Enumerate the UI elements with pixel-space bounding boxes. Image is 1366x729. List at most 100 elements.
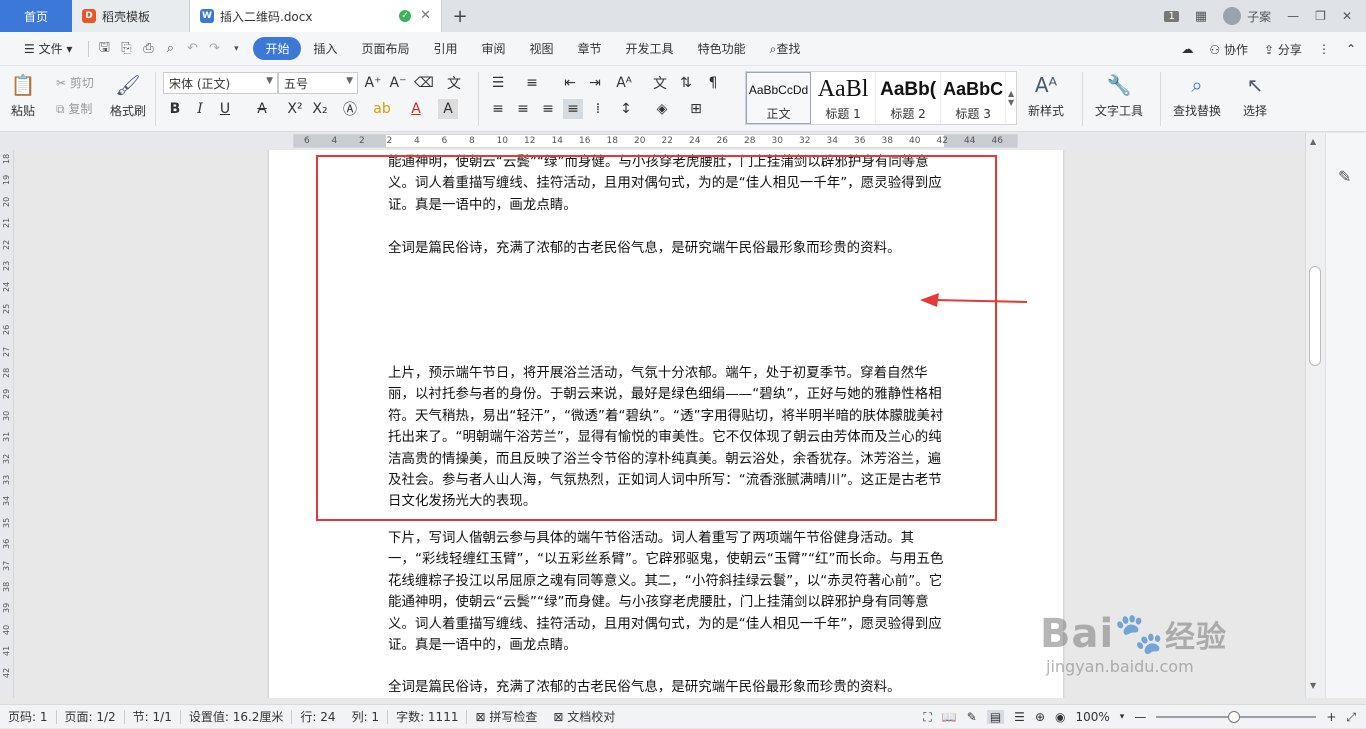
shrink-font-icon[interactable]: A⁻ (388, 73, 408, 93)
doc-paragraph-4[interactable]: 下片，写词人偕朝云参与具体的端午节俗活动。词人着重写了两项端午节俗健身活动。其一… (388, 528, 944, 656)
reading-mode-icon[interactable]: 📖 (942, 710, 957, 724)
doc-paragraph-2[interactable]: 全词是篇民俗诗，充满了浓郁的古老民俗气息，是研究端午民俗最形象而珍贵的资料。 (388, 238, 944, 259)
tab-home[interactable]: 首页 (0, 0, 72, 32)
window-count-badge[interactable]: 1 (1164, 10, 1179, 22)
menu-page-layout[interactable]: 页面布局 (349, 40, 421, 57)
text-tools-button[interactable]: 🔧 文字工具 (1095, 72, 1143, 119)
status-row[interactable]: 行: 24 (292, 708, 343, 725)
save-icon[interactable]: 🖫 (93, 38, 115, 60)
sort-icon[interactable]: ⇅ (676, 73, 696, 93)
file-menu[interactable]: ☰ 文件 ▾ (12, 40, 84, 57)
style-heading-3[interactable]: AaBbC 标题 3 (941, 72, 1007, 124)
more-icon[interactable]: ⋮ (1318, 42, 1330, 56)
align-right-icon[interactable]: ≡ (538, 99, 558, 119)
char-shading-icon[interactable]: A (438, 99, 458, 119)
style-gallery-scroll[interactable]: ▲ ▼ (1006, 72, 1016, 124)
clear-format-icon[interactable]: ⌫ (414, 73, 434, 93)
zoom-slider[interactable] (1156, 711, 1317, 723)
doc-proof-button[interactable]: ⊠ 文档校对 (545, 708, 623, 725)
menu-chapter[interactable]: 章节 (566, 40, 614, 57)
subscript-icon[interactable]: X₂ (310, 99, 330, 119)
text-effect-icon[interactable]: Ⓐ (340, 99, 360, 119)
undo-icon[interactable]: ↶ (181, 41, 203, 56)
document-page[interactable]: 能通神明，使朝云“云鬓”“绿”而身健。与小孩穿老虎腰肚，门上挂蒲剑以辟邪护身有同… (269, 150, 1063, 698)
status-page-number[interactable]: 页码: 1 (0, 708, 56, 725)
doc-paragraph-3[interactable]: 上片，预示端午节日，将开展浴兰活动，气氛十分浓郁。端午，处于初夏季节。穿着自然华… (388, 363, 944, 513)
highlight-icon[interactable]: ab (372, 99, 392, 119)
font-color-icon[interactable]: A (406, 99, 426, 119)
select-button[interactable]: ↖ 选择 (1242, 72, 1268, 119)
style-heading-2[interactable]: AaBb( 标题 2 (876, 72, 942, 124)
bold-icon[interactable]: B (165, 99, 185, 119)
tab-document[interactable]: W 插入二维码.docx ✓ ✕ (190, 0, 442, 32)
tab-docer[interactable]: D 稻壳模板 (72, 0, 190, 32)
user-profile[interactable]: 子案 (1223, 7, 1271, 25)
menu-references[interactable]: 引用 (421, 40, 469, 57)
customize-icon[interactable]: ▾ (225, 44, 247, 54)
vertical-scrollbar[interactable]: ▲ ▼ (1305, 133, 1325, 698)
share-button[interactable]: ⇪ 分享 (1264, 41, 1302, 58)
shading-icon[interactable]: ◈ (652, 99, 672, 119)
borders-icon[interactable]: ⊞ (686, 99, 706, 119)
grow-font-icon[interactable]: A⁺ (363, 73, 383, 93)
menu-view[interactable]: 视图 (518, 40, 566, 57)
menu-special[interactable]: 特色功能 (686, 40, 758, 57)
doc-paragraph-5[interactable]: 全词是篇民俗诗，充满了浓郁的古老民俗气息，是研究端午民俗最形象而珍贵的资料。 (388, 677, 944, 698)
style-heading-1[interactable]: AaBl 标题 1 (811, 72, 877, 124)
menu-developer[interactable]: 开发工具 (614, 40, 686, 57)
show-marks-icon[interactable]: ¶ (703, 73, 723, 93)
underline-icon[interactable]: U (215, 99, 235, 119)
grid-icon[interactable]: ▦ (1195, 9, 1207, 24)
style-normal[interactable]: AaBbCcDd 正文 (746, 72, 812, 124)
line-spacing-icon[interactable]: ↕ (616, 99, 636, 119)
strikethrough-icon[interactable]: A (252, 99, 272, 119)
vertical-ruler[interactable]: 18 19 20 21 22 23 24 25 26 27 28 29 30 31 32 33 34 35 36 37… (0, 150, 14, 698)
font-size-select[interactable]: 五号 ▼ (278, 72, 358, 94)
font-name-select[interactable]: 宋体 (正文) ▼ (163, 72, 278, 94)
print-preview-icon[interactable]: ⌕ (159, 41, 181, 56)
web-view-icon[interactable]: ⊕ (1035, 710, 1045, 724)
close-tab-icon[interactable]: ✕ (420, 8, 431, 23)
italic-icon[interactable]: I (190, 99, 210, 119)
chinese-layout-icon[interactable]: 文 (650, 73, 670, 93)
text-direction-icon[interactable]: Aᴬ (614, 73, 634, 93)
cut-button[interactable]: ✂ 剪切 (56, 74, 94, 91)
expand-icon[interactable]: ⤢ (1346, 710, 1356, 725)
menu-review[interactable]: 审阅 (470, 40, 518, 57)
zoom-slider-knob[interactable] (1228, 711, 1241, 723)
increase-indent-icon[interactable]: ⇥ (585, 73, 605, 93)
redo-icon[interactable]: ↷ (203, 41, 225, 56)
decrease-indent-icon[interactable]: ⇤ (560, 73, 580, 93)
pen-icon[interactable]: ✎ (1338, 167, 1351, 186)
minimize-icon[interactable]: — (1287, 9, 1299, 23)
print-icon[interactable]: ⎙ (137, 41, 159, 56)
horizontal-ruler[interactable]: 6 4 2 2 4 6 8 10 12 14 16 18 20 22 24 26 28 30 32 34 36 38 40 4… (0, 133, 1366, 149)
phonetic-icon[interactable]: 文 (444, 73, 464, 93)
spell-check-button[interactable]: ⊠ 拼写检查 (467, 708, 545, 725)
superscript-icon[interactable]: X² (285, 99, 305, 119)
zoom-level[interactable]: 100% (1075, 710, 1109, 724)
eye-protect-icon[interactable]: ◉ (1055, 710, 1065, 724)
menu-insert[interactable]: 插入 (301, 40, 349, 57)
status-pages[interactable]: 页面: 1/2 (57, 708, 124, 725)
restore-icon[interactable]: ❐ (1315, 9, 1326, 23)
format-painter-button[interactable]: 🖌 格式刷 (110, 72, 146, 119)
write-mode-icon[interactable]: ✎ (967, 710, 977, 724)
numbered-list-icon[interactable]: ≡ (522, 73, 542, 93)
new-style-button[interactable]: Aᴬ 新样式 (1028, 72, 1064, 119)
align-left-icon[interactable]: ≡ (488, 99, 508, 119)
menu-search[interactable]: ⌕查找 (758, 40, 813, 57)
close-window-icon[interactable]: ✕ (1342, 9, 1352, 23)
bullet-list-icon[interactable]: ☰ (488, 73, 508, 93)
fullscreen-icon[interactable]: ⛶ (923, 710, 931, 725)
status-section[interactable]: 节: 1/1 (125, 708, 180, 725)
status-col[interactable]: 列: 1 (344, 708, 388, 725)
zoom-dropdown-icon[interactable]: ▾ (1120, 712, 1125, 722)
status-word-count[interactable]: 字数: 1111 (388, 708, 466, 725)
export-icon[interactable]: ⎘ (115, 41, 137, 56)
collab-button[interactable]: ⚇ 协作 (1209, 41, 1248, 58)
scroll-up-icon[interactable]: ▲ (1310, 137, 1316, 146)
scroll-thumb[interactable] (1309, 266, 1321, 366)
cloud-sync-icon[interactable]: ☁ (1181, 42, 1193, 56)
find-replace-button[interactable]: ⌕ 查找替换 (1173, 72, 1221, 119)
